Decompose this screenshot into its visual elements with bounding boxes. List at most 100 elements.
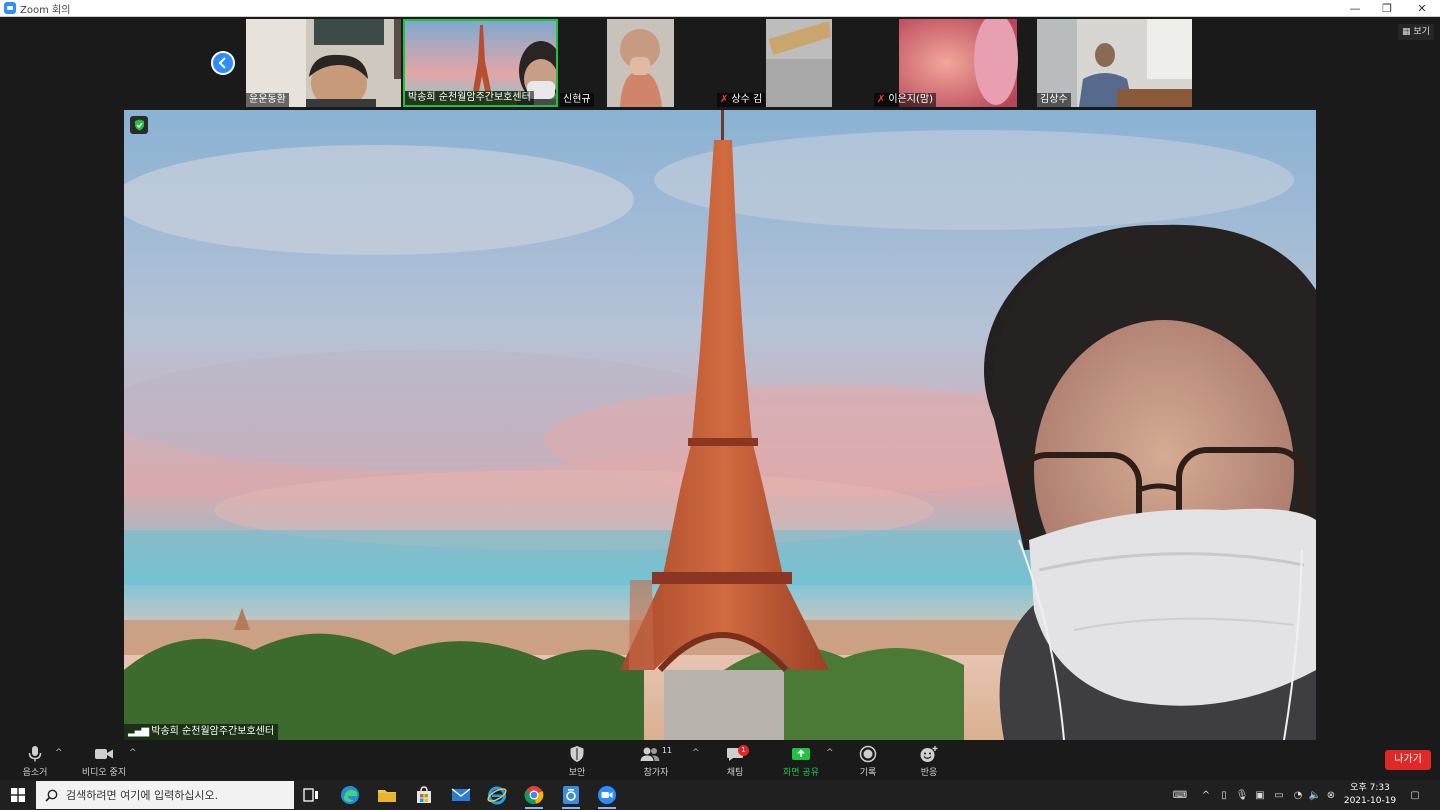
close-button[interactable]: ✕ (1405, 0, 1439, 17)
participant-name: ✗ 상수 김 (717, 93, 766, 107)
tray-status-icon[interactable]: ⊗ (1323, 780, 1339, 810)
main-speaker-video (124, 110, 1316, 740)
security-label: 보안 (568, 768, 586, 778)
show-hidden-icons-button[interactable]: ^ (1198, 780, 1214, 810)
tray-app-icon[interactable]: ▯ (1215, 780, 1233, 810)
touch-keyboard-button[interactable]: ⌨ (1168, 780, 1192, 810)
microphone-icon (28, 746, 42, 762)
grid-icon: ▦ (1402, 27, 1411, 37)
participant-name: 박송희 순천월암주간보호센터 (405, 91, 534, 105)
edge-browser-icon (341, 786, 359, 804)
edge-app-button[interactable] (335, 783, 365, 807)
window-title: Zoom 회의 (20, 4, 71, 16)
view-label: 보기 (1413, 27, 1430, 37)
mic-muted-icon: ✗ (877, 94, 886, 105)
volume-indicator[interactable]: 🔈 (1306, 780, 1324, 810)
mail-icon (451, 788, 471, 801)
gallery-prev-button[interactable] (211, 51, 235, 75)
participant-tile[interactable]: 윤운동환 (246, 19, 401, 107)
chevron-up-icon: ^ (1201, 789, 1211, 801)
status-x-icon: ⊗ (1326, 789, 1336, 801)
record-button[interactable]: 기록 (833, 744, 903, 778)
mute-label: 음소거 (22, 768, 48, 778)
chat-unread-badge: 1 (738, 745, 749, 756)
chat-label: 채팅 (726, 768, 744, 778)
windows-logo-icon (11, 788, 25, 802)
speaker-icon: 🔈 (1308, 789, 1322, 801)
task-view-button[interactable] (296, 783, 326, 807)
zoom-app-button[interactable] (592, 783, 622, 809)
reactions-label: 반응 (920, 768, 938, 778)
zoom-logo-icon (4, 2, 16, 14)
chat-button[interactable]: 1 채팅 (700, 744, 770, 778)
file-explorer-button[interactable] (372, 783, 402, 807)
tray-share-icon[interactable]: ▣ (1251, 780, 1269, 810)
record-label: 기록 (859, 768, 877, 778)
network-indicator[interactable]: ◔ (1289, 780, 1307, 810)
device-icon: ▯ (1221, 789, 1227, 801)
share-label: 화면 공유 (783, 768, 819, 778)
signal-bars-icon: ▂▄▆ (128, 726, 149, 737)
participants-icon (640, 747, 660, 761)
mail-app-button[interactable] (446, 783, 476, 807)
chevron-left-icon (218, 57, 226, 69)
participant-name: ✗ 이은지(맘) (874, 93, 936, 107)
participant-name-text: 상수 김 (731, 94, 763, 105)
participant-tile[interactable]: 김상수 (1037, 19, 1192, 107)
participants-button[interactable]: 11 참가자 (621, 744, 691, 778)
speaker-name: 박송희 순천월암주간보호센터 (151, 726, 275, 737)
folder-icon (378, 790, 396, 802)
store-app-button[interactable] (409, 783, 439, 807)
record-icon (859, 745, 877, 763)
microphone-tray-icon: 🎙 (1235, 789, 1249, 801)
participant-name: 김상수 (1037, 93, 1071, 107)
participants-label: 참가자 (643, 768, 669, 778)
leave-button[interactable]: 나가기 (1385, 750, 1431, 770)
zoom-window: Zoom 회의 — ❐ ✕ 윤운동환 박송희 순천월암주간보호센터 신현규 ✗ … (0, 0, 1440, 810)
participant-name-text: 이은지(맘) (888, 94, 933, 105)
battery-indicator[interactable]: ▭ (1269, 780, 1289, 810)
hwp-document-icon (563, 786, 579, 804)
clock-date: 2021-10-19 (1343, 796, 1397, 806)
tray-mic-icon[interactable]: 🎙 (1233, 780, 1251, 810)
participant-tile[interactable]: ✗ 상수 김 (717, 19, 872, 107)
participant-tile[interactable]: 신현규 (560, 19, 715, 107)
view-button[interactable]: ▦ 보기 (1398, 24, 1434, 40)
taskbar-search-box[interactable]: 검색하려면 여기에 입력하십시오. (36, 781, 294, 809)
emoji-plus-icon (920, 746, 938, 762)
audio-options-caret-icon[interactable]: ^ (55, 748, 63, 758)
notification-icon: ▢ (1410, 789, 1420, 801)
speaker-name-label: ▂▄▆ 박송희 순천월암주간보호센터 (124, 724, 279, 740)
keyboard-icon: ⌨ (1172, 789, 1188, 801)
video-camera-icon (95, 749, 113, 759)
taskbar-clock[interactable]: 오후 7:33 2021-10-19 (1340, 782, 1400, 808)
minimize-button[interactable]: — (1338, 0, 1372, 17)
notifications-button[interactable]: ▢ (1404, 780, 1426, 810)
store-bag-icon (417, 786, 431, 803)
search-icon (45, 789, 58, 802)
title-bar: Zoom 회의 (0, 0, 1440, 17)
start-button[interactable] (0, 780, 36, 810)
internet-explorer-icon (487, 786, 507, 805)
wifi-icon: ◔ (1293, 789, 1303, 801)
hangul-app-button[interactable] (556, 783, 586, 809)
internet-explorer-button[interactable] (482, 783, 512, 807)
video-label: 비디오 중지 (81, 768, 127, 778)
participant-count: 11 (661, 745, 673, 755)
speaker-video-feed (124, 110, 1316, 740)
maximize-button[interactable]: ❐ (1370, 0, 1404, 17)
share-screen-icon (792, 748, 810, 760)
participant-name: 윤운동환 (246, 93, 289, 107)
battery-icon: ▭ (1274, 789, 1284, 801)
mic-muted-icon: ✗ (720, 94, 729, 105)
security-button[interactable]: 보안 (542, 744, 612, 778)
chrome-app-button[interactable] (519, 783, 549, 809)
video-options-caret-icon[interactable]: ^ (129, 748, 137, 758)
search-placeholder: 검색하려면 여기에 입력하십시오. (66, 789, 219, 802)
chrome-browser-icon (524, 786, 544, 805)
reactions-button[interactable]: 반응 (894, 744, 964, 778)
participant-tile[interactable]: 박송희 순천월암주간보호센터 (403, 19, 558, 107)
participant-tile[interactable]: ✗ 이은지(맘) (874, 19, 1029, 107)
participants-options-caret-icon[interactable]: ^ (692, 748, 700, 758)
zoom-app-icon (598, 786, 616, 804)
